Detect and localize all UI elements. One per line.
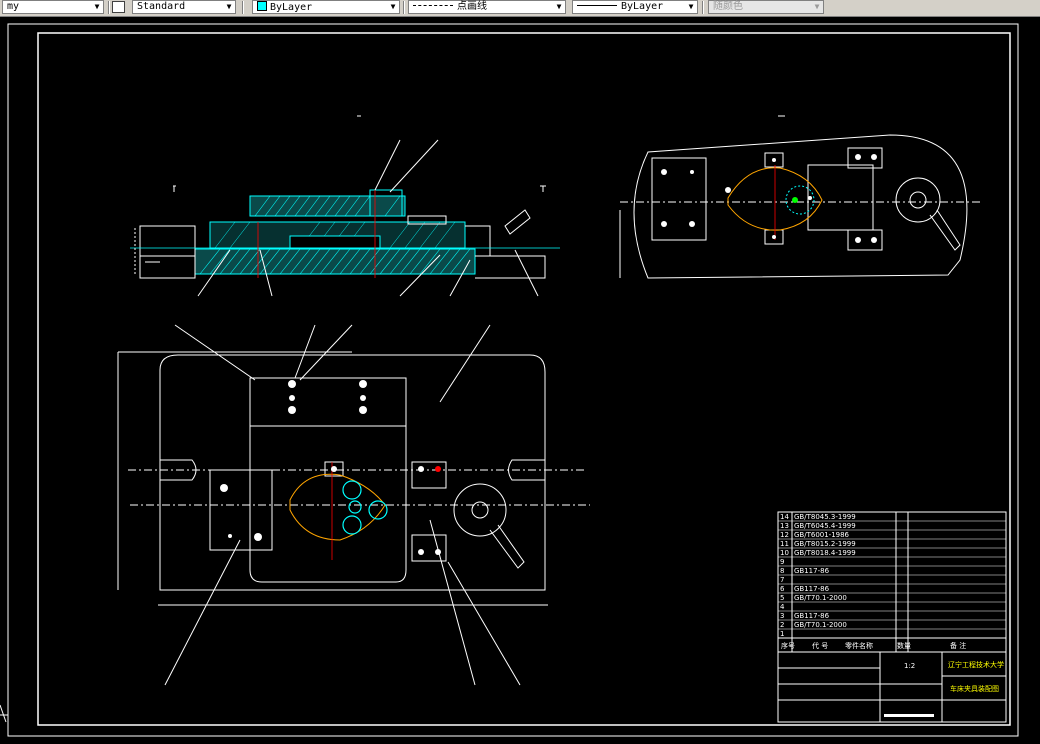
lineweight-value: ByLayer [621, 1, 664, 12]
toolbar-separator [108, 1, 110, 14]
linetype-value: 点画线 [457, 1, 487, 12]
bom-row-code: GB117-86 [794, 585, 830, 593]
bom-row-number: 7 [780, 576, 784, 584]
drawing-scale: 1:2 [904, 662, 915, 670]
bom-row-code: GB117-86 [794, 567, 830, 575]
toolbar-separator [702, 1, 704, 14]
color-swatch-icon [257, 1, 267, 11]
bom-header-name: 零件名称 [845, 641, 873, 650]
drawing-canvas[interactable]: 14 GB/T8045.3-1999 13 GB/T6045.4-1999 12 GB/T… [0, 17, 1040, 740]
chevron-down-icon[interactable]: ▼ [387, 1, 399, 13]
chevron-down-icon[interactable]: ▼ [685, 1, 697, 13]
properties-toolbar: my ▼ Standard ▼ ByLayer ▼ 点画线 ▼ ByLayer … [0, 0, 1040, 17]
layer-dropdown[interactable]: my ▼ [2, 0, 104, 14]
top-view-right [619, 115, 980, 279]
bom-row-code: GB/T6045.4-1999 [794, 522, 856, 530]
bom-header-seq: 序号 [781, 641, 795, 650]
bom-header-qty: 数量 [897, 641, 911, 650]
bom-row-number: 14 [780, 513, 789, 521]
bom-header-note: 备 注 [950, 641, 966, 650]
bom-row-number: 8 [780, 567, 784, 575]
crosshair-cursor [0, 704, 8, 723]
bom-row-code: GB/T8015.2-1999 [794, 540, 856, 548]
color-value: ByLayer [270, 2, 313, 13]
bom-row-number: 1 [780, 630, 784, 638]
linetype-sample-icon [413, 5, 453, 6]
chevron-down-icon[interactable]: ▼ [553, 1, 565, 13]
text-style-value: Standard [137, 1, 186, 12]
bom-row-code: GB/T8045.3-1999 [794, 513, 856, 521]
lineweight-sample-icon [577, 5, 617, 6]
plan-view [117, 324, 590, 686]
bom-row-number: 5 [780, 594, 784, 602]
university-name: 辽宁工程技术大学 [948, 660, 1004, 669]
plot-style-dropdown[interactable]: 随颜色 ▼ [708, 0, 824, 14]
bom-row-number: 9 [780, 558, 784, 566]
bom-row-code: GB/T70.1-2000 [794, 594, 847, 602]
lineweight-dropdown[interactable]: ByLayer ▼ [572, 0, 698, 14]
bom-row-number: 13 [780, 522, 789, 530]
plot-style-value: 随颜色 [713, 1, 743, 12]
bom-row-number: 2 [780, 621, 784, 629]
text-style-icon[interactable] [112, 1, 125, 13]
bom-row-code: GB117-86 [794, 612, 830, 620]
bom-row-number: 4 [780, 603, 785, 611]
bom-row-code: GB/T8018.4-1999 [794, 549, 856, 557]
toolbar-separator [403, 1, 405, 14]
section-view [130, 115, 560, 297]
chevron-down-icon[interactable]: ▼ [811, 1, 823, 13]
bom-row-number: 12 [780, 531, 789, 539]
bom-header-code: 代 号 [812, 641, 828, 650]
layer-value: my [7, 1, 20, 12]
bom-table: 14 GB/T8045.3-199913 GB/T6045.4-199912 GB/T… [780, 513, 856, 638]
bom-row-number: 10 [780, 549, 789, 557]
color-dropdown[interactable]: ByLayer ▼ [252, 0, 400, 14]
bom-row-number: 6 [780, 585, 785, 593]
bom-row-number: 3 [780, 612, 784, 620]
text-style-dropdown[interactable]: Standard ▼ [132, 0, 236, 14]
linetype-dropdown[interactable]: 点画线 ▼ [408, 0, 566, 14]
cad-drawing: 14 GB/T8045.3-199913 GB/T6045.4-199912 GB/T… [0, 23, 1019, 737]
toolbar-separator [242, 1, 244, 14]
drawing-title: 车床夹具装配图 [950, 684, 999, 693]
chevron-down-icon[interactable]: ▼ [223, 1, 235, 13]
bom-row-code: GB/T70.1-2000 [794, 621, 847, 629]
bom-row-code: GB/T6001-1986 [794, 531, 850, 539]
chevron-down-icon[interactable]: ▼ [91, 1, 103, 13]
bom-row-number: 11 [780, 540, 789, 548]
